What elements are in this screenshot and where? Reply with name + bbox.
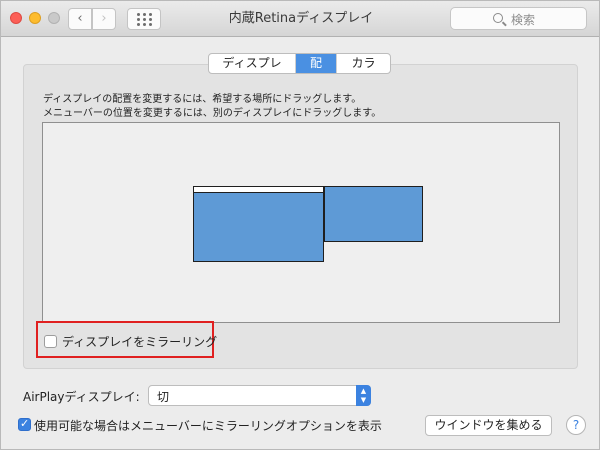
- mirror-displays-checkbox[interactable]: [44, 335, 57, 348]
- instruction-text-2: メニューバーの位置を変更するには、別のディスプレイにドラッグします。: [43, 108, 382, 119]
- minimize-window-button[interactable]: [29, 12, 41, 24]
- window-title: 内蔵Retinaディスプレイ: [228, 11, 374, 26]
- airplay-display-select[interactable]: 切 ▲ ▼: [148, 385, 371, 406]
- tab-color[interactable]: カラー: [337, 54, 390, 73]
- close-window-button[interactable]: [10, 12, 22, 24]
- tab-bar: ディスプレイ 配置 カラー: [208, 53, 391, 74]
- show-all-grid-button[interactable]: [127, 8, 161, 30]
- chevron-updown-icon: ▲ ▼: [356, 385, 371, 406]
- help-button[interactable]: ?: [566, 415, 586, 435]
- mirror-displays-label: ディスプレイをミラーリング: [62, 335, 218, 349]
- back-button[interactable]: ‹: [68, 8, 92, 30]
- search-field[interactable]: 検索: [450, 7, 587, 30]
- zoom-window-button[interactable]: [48, 12, 60, 24]
- search-icon: [493, 13, 503, 23]
- show-mirroring-options-label: 使用可能な場合はメニューバーにミラーリングオプションを表示: [34, 419, 382, 433]
- airplay-display-value: 切: [157, 390, 170, 404]
- instruction-text-1: ディスプレイの配置を変更するには、希望する場所にドラッグします。: [43, 94, 362, 105]
- show-mirroring-options-checkbox[interactable]: [18, 417, 31, 431]
- display-arrangement-area: [42, 122, 560, 323]
- tab-display[interactable]: ディスプレイ: [209, 54, 296, 73]
- search-placeholder: 検索: [511, 13, 536, 27]
- menubar-indicator[interactable]: [194, 187, 323, 193]
- preferences-window: ‹ › 内蔵Retinaディスプレイ 検索 ディスプレイ 配置 カラー ディスプ…: [0, 0, 600, 450]
- tab-arrangement[interactable]: 配置: [296, 54, 337, 73]
- gather-windows-button[interactable]: ウインドウを集める: [425, 415, 552, 436]
- titlebar: ‹ › 内蔵Retinaディスプレイ 検索: [1, 1, 599, 37]
- main-display[interactable]: [193, 186, 324, 262]
- secondary-display[interactable]: [324, 186, 423, 242]
- airplay-display-label: AirPlayディスプレイ:: [23, 390, 140, 404]
- forward-button[interactable]: ›: [92, 8, 116, 30]
